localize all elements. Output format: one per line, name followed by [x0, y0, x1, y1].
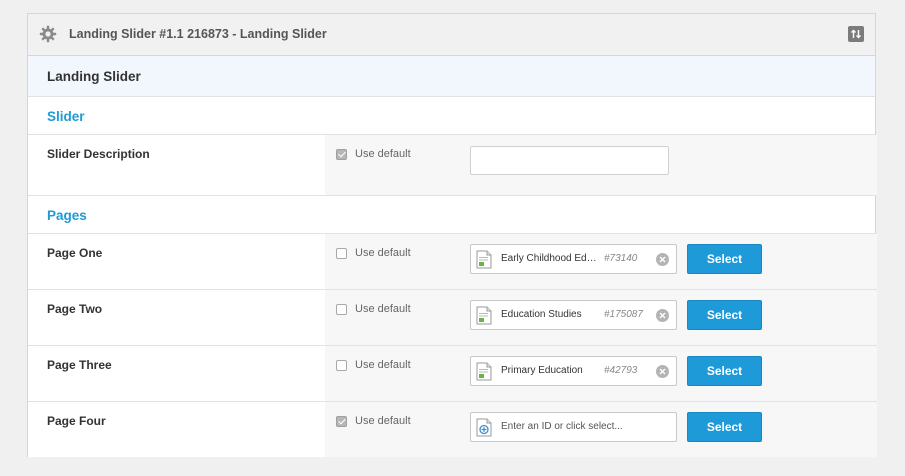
field-value-cell: Use default Early Childhood Education #7… — [325, 234, 877, 289]
settings-panel: Landing Slider #1.1 216873 - Landing Sli… — [27, 13, 877, 457]
document-icon — [476, 362, 492, 381]
page-id: #175087 — [604, 309, 643, 320]
panel-title: Landing Slider #1.1 216873 - Landing Sli… — [69, 27, 327, 41]
page-id: #42793 — [604, 365, 638, 376]
use-default-checkbox[interactable] — [336, 149, 347, 160]
page-chooser[interactable]: Early Childhood Education #73140 — [470, 244, 677, 274]
field-label: Slider Description — [47, 147, 150, 161]
use-default-checkbox[interactable] — [336, 416, 347, 427]
clear-icon[interactable] — [656, 253, 669, 266]
clear-icon[interactable] — [656, 365, 669, 378]
page-name: Early Childhood Education — [501, 253, 601, 264]
document-icon — [476, 306, 492, 325]
field-row-page-one: Page One Use default Early Childhood Edu… — [28, 234, 877, 290]
use-default-checkbox[interactable] — [336, 304, 347, 315]
field-label: Page Two — [47, 302, 103, 316]
page-id: #73140 — [604, 253, 638, 264]
group-title-slider: Slider — [28, 97, 875, 135]
field-value-cell: Use default Primary Education #42793 Sel… — [325, 346, 877, 401]
group-title-pages: Pages — [28, 196, 875, 234]
field-row-page-three: Page Three Use default Primary Education… — [28, 346, 877, 402]
slider-description-input[interactable] — [470, 146, 669, 175]
use-default-label: Use default — [355, 247, 411, 259]
use-default-checkbox[interactable] — [336, 360, 347, 371]
section-title-text: Landing Slider — [47, 69, 141, 84]
use-default-label: Use default — [355, 148, 411, 160]
field-row-slider-description: Slider Description Use default — [28, 135, 877, 196]
sort-icon[interactable] — [848, 26, 864, 42]
select-button[interactable]: Select — [687, 356, 762, 386]
use-default-label: Use default — [355, 415, 411, 427]
page-chooser[interactable]: Enter an ID or click select... — [470, 412, 677, 442]
field-value-cell: Use default Enter an ID or click select.… — [325, 402, 877, 457]
field-value-cell: Use default Education Studies #175087 Se… — [325, 290, 877, 345]
field-value-cell: Use default — [325, 135, 877, 195]
select-button[interactable]: Select — [687, 244, 762, 274]
page-name: Education Studies — [501, 309, 582, 320]
field-label: Page One — [47, 246, 103, 260]
panel-header: Landing Slider #1.1 216873 - Landing Sli… — [28, 14, 875, 56]
link-icon — [476, 418, 492, 437]
field-label: Page Three — [47, 358, 112, 372]
group-title-slider-text: Slider — [47, 109, 85, 124]
field-row-page-four: Page Four Use default Enter an ID or cli… — [28, 402, 877, 457]
page-chooser[interactable]: Education Studies #175087 — [470, 300, 677, 330]
use-default-checkbox[interactable] — [336, 248, 347, 259]
field-row-page-two: Page Two Use default Education Studies #… — [28, 290, 877, 346]
page-chooser[interactable]: Primary Education #42793 — [470, 356, 677, 386]
select-button[interactable]: Select — [687, 412, 762, 442]
section-title: Landing Slider — [28, 56, 875, 97]
page-name: Primary Education — [501, 365, 583, 376]
page-chooser-placeholder: Enter an ID or click select... — [501, 421, 623, 432]
use-default-label: Use default — [355, 303, 411, 315]
use-default-label: Use default — [355, 359, 411, 371]
field-label: Page Four — [47, 414, 106, 428]
group-title-pages-text: Pages — [47, 208, 87, 223]
document-icon — [476, 250, 492, 269]
select-button[interactable]: Select — [687, 300, 762, 330]
gear-icon — [39, 25, 57, 43]
clear-icon[interactable] — [656, 309, 669, 322]
